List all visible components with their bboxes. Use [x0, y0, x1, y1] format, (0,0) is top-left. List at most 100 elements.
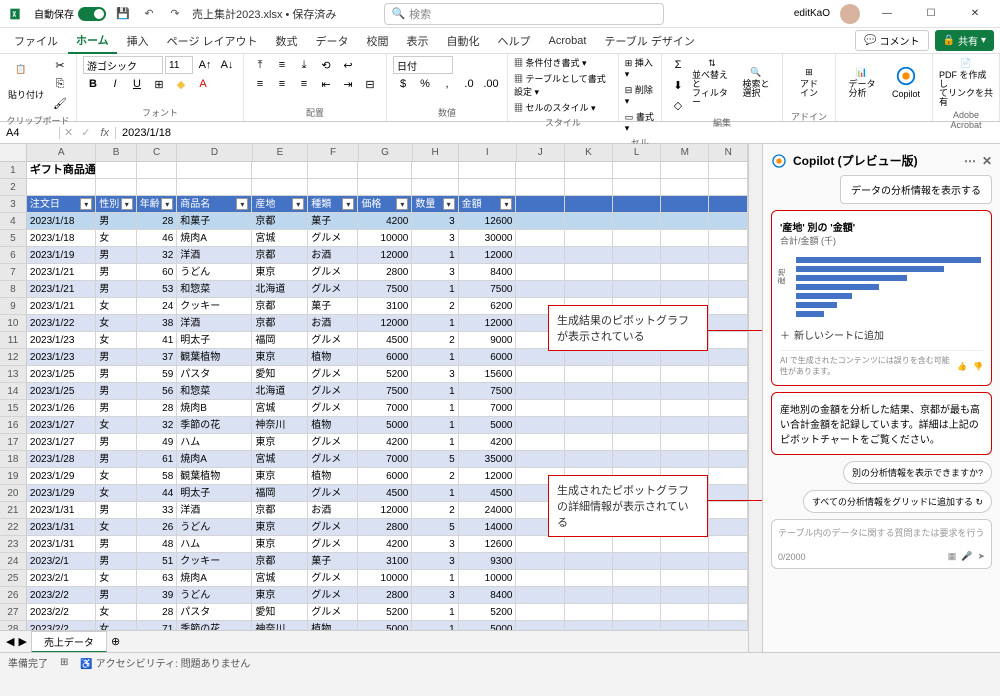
col-header-H[interactable]: H [413, 144, 459, 161]
cell[interactable]: うどん [177, 264, 252, 280]
currency-icon[interactable]: $ [393, 75, 413, 93]
cell[interactable]: 1 [412, 247, 458, 263]
cell[interactable] [252, 162, 308, 178]
cell[interactable] [709, 502, 748, 518]
cell[interactable] [613, 434, 661, 450]
cell[interactable]: 2023/1/21 [27, 281, 96, 297]
cell[interactable]: 10000 [358, 230, 412, 246]
cell[interactable]: 東京 [252, 434, 308, 450]
cell[interactable]: 宮城 [252, 570, 308, 586]
table-row[interactable]: 42023/1/18男28和菓子京都菓子4200312600 [0, 213, 748, 230]
cell[interactable] [565, 451, 613, 467]
row-header[interactable]: 4 [0, 213, 27, 229]
row-header[interactable]: 12 [0, 349, 27, 365]
filter-dropdown-icon[interactable]: ▾ [342, 198, 354, 210]
cell[interactable]: 男 [96, 366, 137, 382]
name-box[interactable]: A4 [0, 127, 60, 139]
cell[interactable]: 京都 [252, 502, 308, 518]
cell[interactable]: 4500 [358, 485, 412, 501]
add-to-sheet-button[interactable]: ＋ 新しいシートに追加 [780, 323, 983, 346]
cell[interactable]: 4500 [358, 332, 412, 348]
table-row[interactable]: 82023/1/21男53和惣菜北海道グルメ750017500 [0, 281, 748, 298]
cell[interactable]: 福岡 [252, 332, 308, 348]
cell[interactable] [613, 179, 661, 195]
cell[interactable]: 53 [137, 281, 178, 297]
cell[interactable] [709, 264, 748, 280]
cell[interactable]: うどん [177, 519, 252, 535]
cell[interactable]: 41 [137, 332, 178, 348]
cell[interactable]: グルメ [308, 570, 358, 586]
cell[interactable] [516, 383, 564, 399]
cell[interactable] [613, 230, 661, 246]
cell[interactable]: 1 [412, 400, 458, 416]
cell[interactable] [565, 417, 613, 433]
filter-dropdown-icon[interactable]: ▾ [396, 198, 408, 210]
cell[interactable] [565, 247, 613, 263]
row-header[interactable]: 19 [0, 468, 27, 484]
copilot-input[interactable]: テーブル内のデータに関する質問または要求を行う 0/2000 ▦ 🎤 ➤ [771, 519, 992, 569]
cell[interactable] [709, 485, 748, 501]
cell[interactable]: 男 [96, 451, 137, 467]
cell[interactable]: 2023/2/2 [27, 604, 96, 620]
cell[interactable]: 5200 [358, 604, 412, 620]
cell[interactable]: 愛知 [252, 604, 308, 620]
cell[interactable] [661, 349, 709, 365]
row-header[interactable]: 24 [0, 553, 27, 569]
cell[interactable] [459, 162, 517, 178]
table-row[interactable]: 242023/2/1男51クッキー京都菓子310039300 [0, 553, 748, 570]
cell[interactable]: 3 [412, 553, 458, 569]
send-icon[interactable]: ➤ [977, 551, 985, 561]
save-icon[interactable]: 💾 [114, 5, 132, 23]
inc-decimal-icon[interactable]: .0 [459, 75, 479, 93]
table-row[interactable]: 62023/1/19男32洋酒京都お酒12000112000 [0, 247, 748, 264]
cell[interactable]: 観葉植物 [177, 349, 252, 365]
cell[interactable]: 3 [412, 587, 458, 603]
cell[interactable]: 6000 [459, 349, 517, 365]
cell[interactable] [613, 264, 661, 280]
cell[interactable]: 洋酒 [177, 502, 252, 518]
cell[interactable]: 12600 [459, 536, 517, 552]
col-header-E[interactable]: E [253, 144, 309, 161]
cell[interactable]: 28 [137, 604, 178, 620]
cell[interactable] [613, 400, 661, 416]
underline-icon[interactable]: U [127, 75, 147, 93]
cell[interactable]: 東京 [252, 468, 308, 484]
cell[interactable] [709, 162, 748, 178]
autosum-icon[interactable]: Σ [668, 56, 688, 74]
cell[interactable]: 7500 [459, 281, 517, 297]
cell[interactable]: 46 [137, 230, 178, 246]
col-header-J[interactable]: J [517, 144, 565, 161]
cancel-formula-icon[interactable]: ✕ [60, 126, 77, 139]
cell[interactable]: ギフト商品通信販売記録 [27, 162, 96, 178]
dec-decimal-icon[interactable]: .00 [481, 75, 501, 93]
cell[interactable]: 26 [137, 519, 178, 535]
cell[interactable] [661, 230, 709, 246]
row-header[interactable]: 8 [0, 281, 27, 297]
cell[interactable] [709, 400, 748, 416]
cell[interactable] [613, 536, 661, 552]
cell[interactable] [565, 366, 613, 382]
cell[interactable] [661, 553, 709, 569]
header-cell[interactable] [613, 196, 661, 212]
cell[interactable] [661, 621, 709, 630]
cell[interactable] [565, 604, 613, 620]
cell[interactable]: 男 [96, 349, 137, 365]
header-cell[interactable] [661, 196, 709, 212]
align-top-icon[interactable]: ⤒ [250, 56, 270, 74]
table-row[interactable]: 252023/2/1女63焼肉A宮城グルメ10000110000 [0, 570, 748, 587]
copy-icon[interactable]: ⎘ [50, 75, 70, 93]
cell[interactable]: 7500 [358, 383, 412, 399]
cell[interactable] [516, 281, 564, 297]
cell[interactable]: 神奈川 [252, 621, 308, 630]
cell[interactable]: 5000 [459, 621, 517, 630]
cell[interactable] [516, 434, 564, 450]
cell[interactable]: 女 [96, 519, 137, 535]
cell[interactable] [96, 162, 137, 178]
cell[interactable]: 2800 [358, 519, 412, 535]
cell[interactable] [565, 400, 613, 416]
cell[interactable] [709, 349, 748, 365]
cell[interactable]: 2023/1/27 [27, 417, 96, 433]
border-icon[interactable]: ⊞ [149, 75, 169, 93]
cell[interactable]: 2023/2/2 [27, 621, 96, 630]
align-middle-icon[interactable]: ≡ [272, 56, 292, 74]
